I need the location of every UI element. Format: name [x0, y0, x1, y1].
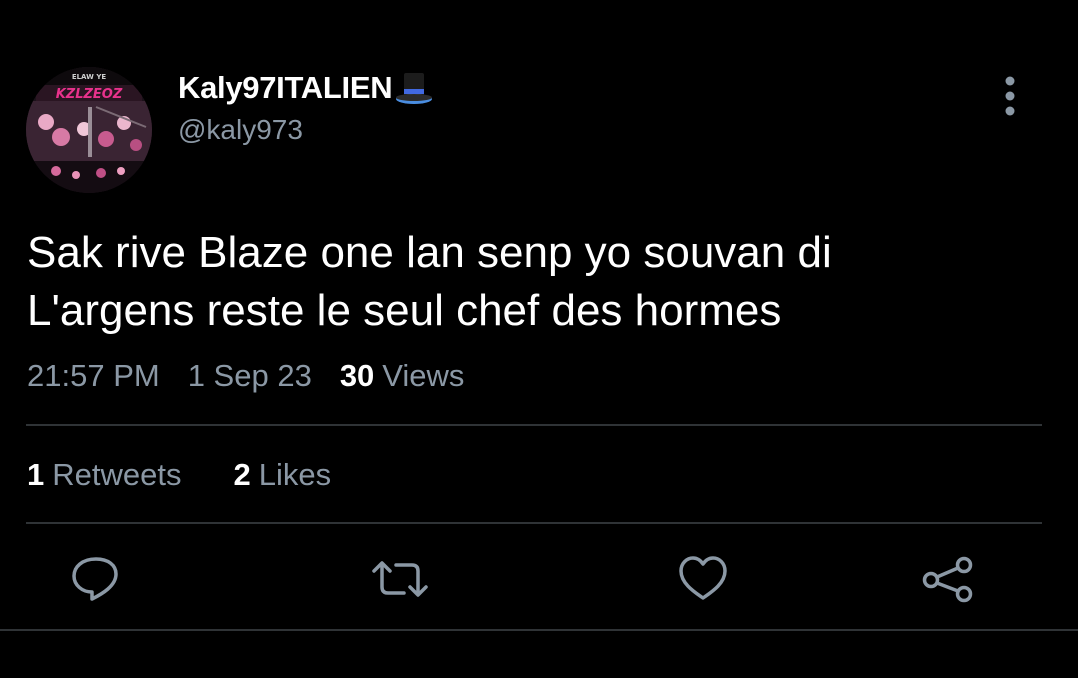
tweet-stats: 1 Retweets 2 Likes	[27, 457, 331, 493]
tweet-text-line: Sak rive Blaze one lan senp yo souvan di	[27, 228, 832, 277]
tweet-text-line: L'argens reste le seul chef des hormes	[27, 286, 782, 335]
more-options-icon[interactable]	[996, 74, 1024, 118]
divider	[26, 522, 1042, 524]
top-hat-icon	[394, 70, 434, 106]
reply-icon	[72, 557, 118, 601]
views-label: Views	[382, 358, 465, 393]
likes-count: 2	[233, 457, 251, 492]
avatar-image: ELAW YE KZLZEOZ	[26, 67, 152, 193]
divider	[26, 424, 1042, 426]
retweets-label: Retweets	[52, 457, 182, 492]
svg-text:ELAW YE: ELAW YE	[72, 73, 107, 81]
share-icon	[922, 556, 973, 603]
retweets-count: 1	[27, 457, 45, 492]
tweet-date: 1 Sep 23	[187, 358, 312, 393]
views-count: 30	[339, 358, 375, 393]
retweet-button[interactable]	[370, 553, 428, 605]
likes-stat[interactable]: 2 Likes	[233, 457, 331, 493]
tweet-meta: 21:57 PM 1 Sep 23 30 Views	[27, 358, 464, 394]
divider	[0, 629, 1078, 631]
retweet-icon	[372, 561, 428, 597]
reply-button[interactable]	[68, 553, 124, 605]
svg-text:KZLZEOZ: KZLZEOZ	[56, 87, 123, 102]
likes-label: Likes	[258, 457, 332, 492]
tweet-text: Sak rive Blaze one lan senp yo souvan di…	[27, 224, 1057, 340]
user-handle[interactable]: @kaly973	[178, 114, 303, 146]
display-name-text: Kaly97ITALIEN	[178, 70, 393, 105]
retweets-stat[interactable]: 1 Retweets	[27, 457, 181, 493]
share-button[interactable]	[920, 553, 976, 605]
tweet-time: 21:57 PM	[27, 358, 160, 393]
display-name[interactable]: Kaly97ITALIEN	[178, 70, 434, 106]
heart-icon	[679, 556, 727, 600]
like-button[interactable]	[676, 553, 732, 605]
avatar[interactable]: ELAW YE KZLZEOZ	[26, 67, 152, 193]
